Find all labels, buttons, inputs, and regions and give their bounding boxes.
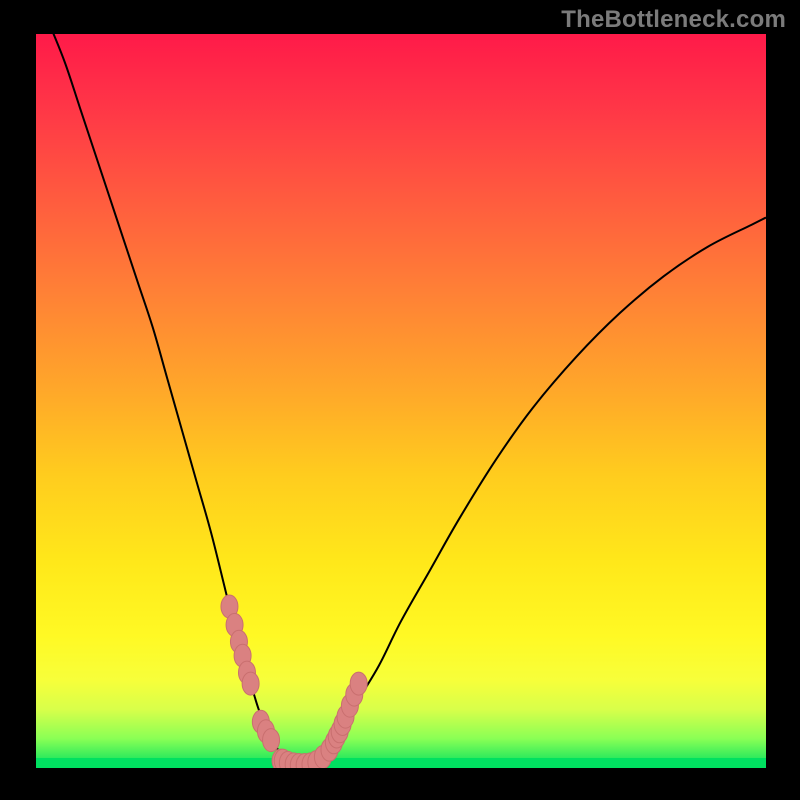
- marker: [263, 729, 280, 752]
- green-baseline: [36, 758, 766, 768]
- bottleneck-chart: [0, 0, 800, 800]
- marker: [242, 672, 259, 695]
- chart-frame: { "watermark": "TheBottleneck.com", "col…: [0, 0, 800, 800]
- plot-background: [36, 34, 766, 768]
- marker: [350, 672, 367, 695]
- watermark-text: TheBottleneck.com: [561, 6, 786, 34]
